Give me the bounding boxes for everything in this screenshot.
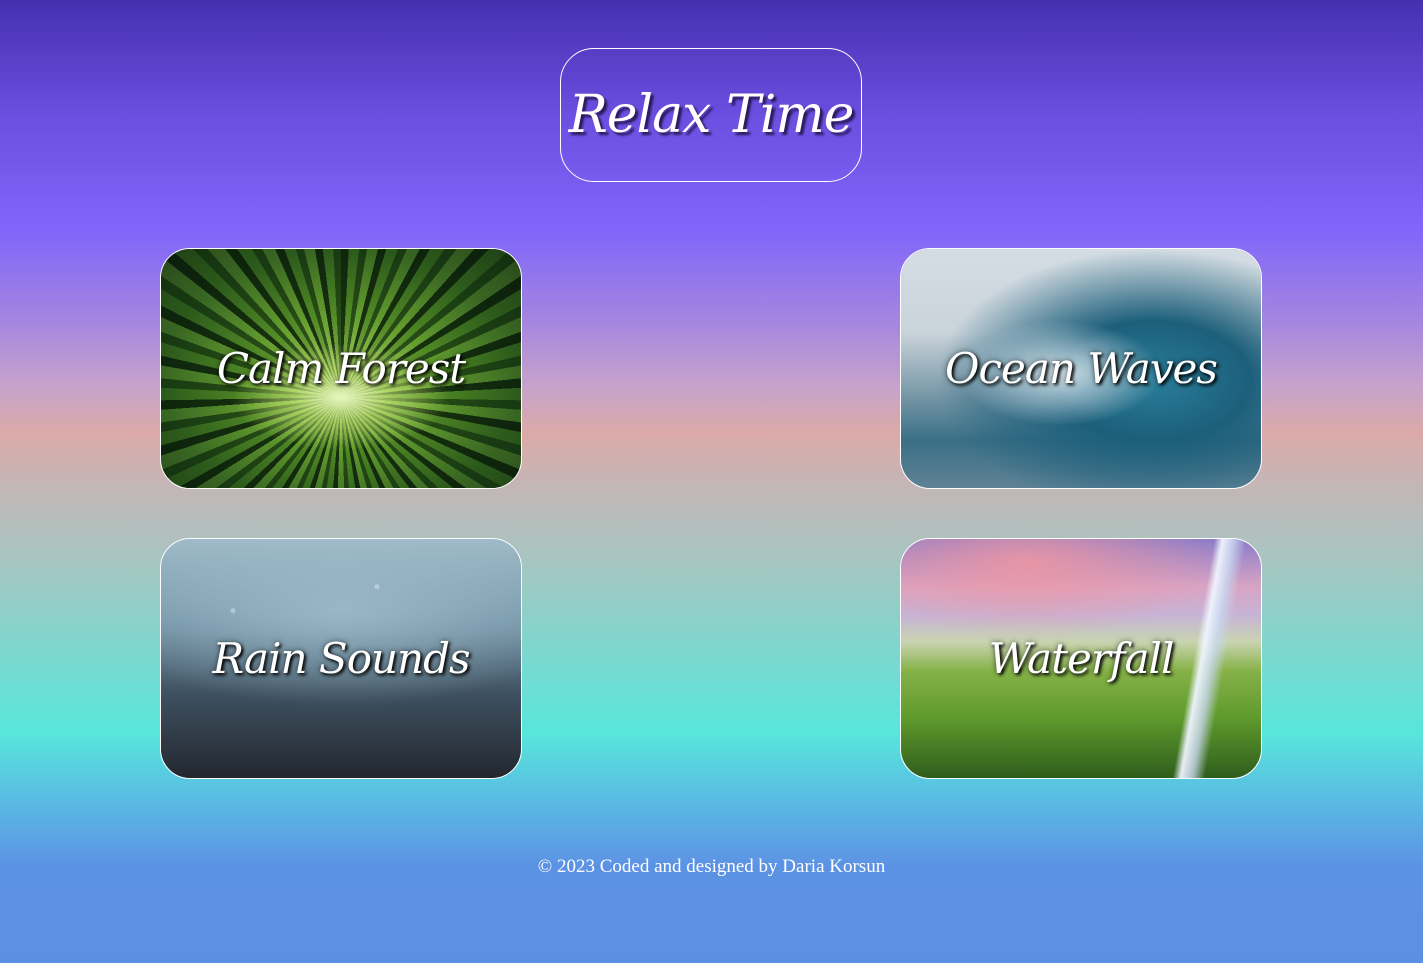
card-label-calm-forest: Calm Forest	[216, 344, 466, 393]
ocean-waves-card[interactable]: Ocean Waves	[900, 248, 1262, 489]
card-label-ocean-waves: Ocean Waves	[945, 344, 1218, 393]
rain-sounds-card[interactable]: Rain Sounds	[160, 538, 522, 779]
waterfall-card[interactable]: Waterfall	[900, 538, 1262, 779]
card-label-waterfall: Waterfall	[988, 634, 1175, 683]
footer-credit: © 2023 Coded and designed by Daria Korsu…	[537, 856, 886, 877]
page-title: Relax Time	[568, 85, 855, 145]
page-title-box: Relax Time	[560, 48, 862, 182]
card-label-rain-sounds: Rain Sounds	[212, 634, 470, 683]
calm-forest-card[interactable]: Calm Forest	[160, 248, 522, 489]
